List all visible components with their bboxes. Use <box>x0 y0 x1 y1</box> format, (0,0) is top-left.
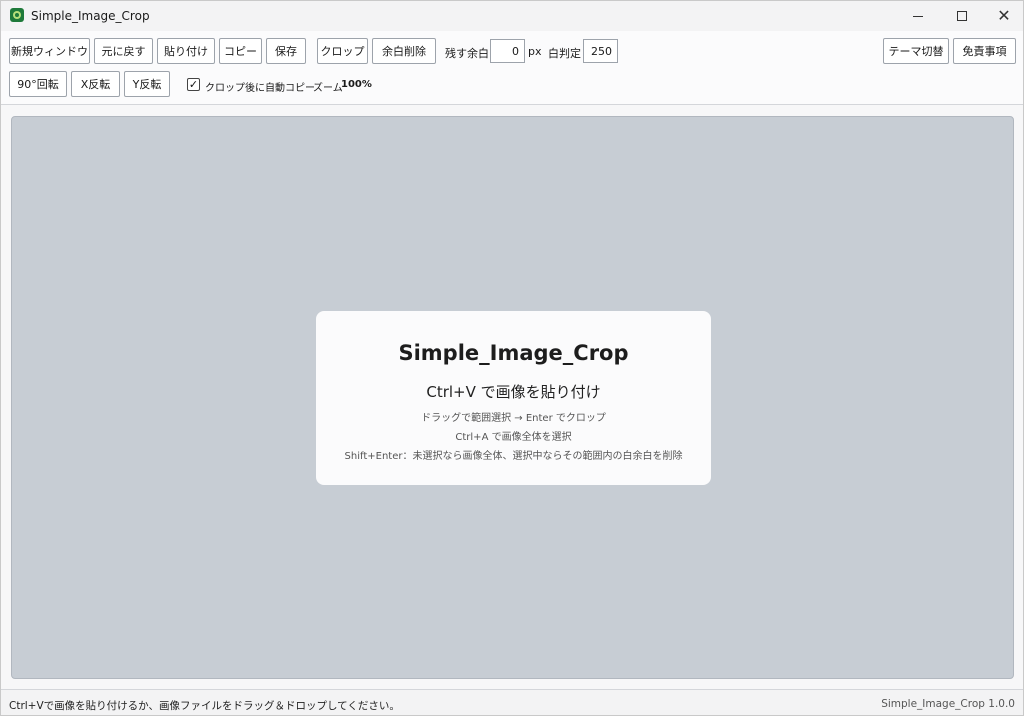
window-title: Simple_Image_Crop <box>31 9 150 23</box>
hint-drag-select: ドラッグで範囲選択 → Enter でクロップ <box>421 413 606 424</box>
status-message: Ctrl+Vで画像を貼り付けるか、画像ファイルをドラッグ＆ドロップしてください。 <box>9 700 400 712</box>
flip-x-button[interactable]: X反転 <box>71 71 120 97</box>
theme-toggle-button[interactable]: テーマ切替 <box>883 38 949 64</box>
app-window: Simple_Image_Crop ✕ 新規ウィンドウ 元に戻す 貼り付け コピ… <box>0 0 1024 716</box>
hint-shift-enter: Shift+Enter：未選択なら画像全体、選択中ならその範囲内の白余白を削除 <box>344 451 683 462</box>
minimize-icon <box>913 15 923 17</box>
auto-copy-checkbox[interactable]: ✓ <box>187 78 200 91</box>
auto-copy-label[interactable]: クロップ後に自動コピー <box>205 79 315 94</box>
trim-margin-button[interactable]: 余白削除 <box>372 38 436 64</box>
save-button[interactable]: 保存 <box>266 38 306 64</box>
px-unit-label: px <box>528 45 542 58</box>
new-window-button[interactable]: 新規ウィンドウ <box>9 38 90 64</box>
toolbar: 新規ウィンドウ 元に戻す 貼り付け コピー 保存 クロップ 余白削除 残す余白 … <box>1 31 1023 105</box>
version-label: Simple_Image_Crop 1.0.0 <box>881 698 1015 710</box>
crop-button[interactable]: クロップ <box>317 38 368 64</box>
status-bar: Ctrl+Vで画像を貼り付けるか、画像ファイルをドラッグ＆ドロップしてください。… <box>1 689 1023 715</box>
keep-margin-input[interactable]: 0 <box>490 39 525 63</box>
copy-button[interactable]: コピー <box>219 38 262 64</box>
close-icon: ✕ <box>997 6 1011 25</box>
maximize-icon <box>957 11 967 21</box>
maximize-button[interactable] <box>939 1 985 31</box>
welcome-title: Simple_Image_Crop <box>398 341 629 365</box>
zoom-label: ズーム <box>313 83 343 94</box>
welcome-card: Simple_Image_Crop Ctrl+V で画像を貼り付け ドラッグで範… <box>316 311 711 485</box>
disclaimer-button[interactable]: 免責事項 <box>953 38 1016 64</box>
undo-button[interactable]: 元に戻す <box>94 38 153 64</box>
close-button[interactable]: ✕ <box>981 1 1024 31</box>
flip-y-button[interactable]: Y反転 <box>124 71 170 97</box>
keep-margin-label: 残す余白 <box>445 47 489 60</box>
checkmark-icon: ✓ <box>188 78 199 91</box>
zoom-value: 100% <box>341 79 372 90</box>
welcome-subtitle: Ctrl+V で画像を貼り付け <box>426 383 601 401</box>
paste-button[interactable]: 貼り付け <box>157 38 215 64</box>
minimize-button[interactable] <box>895 1 941 31</box>
rotate-90-button[interactable]: 90°回転 <box>9 71 67 97</box>
hint-select-all: Ctrl+A で画像全体を選択 <box>455 432 572 443</box>
image-canvas[interactable]: Simple_Image_Crop Ctrl+V で画像を貼り付け ドラッグで範… <box>11 116 1014 679</box>
app-icon <box>10 8 24 22</box>
white-threshold-label: 白判定 <box>548 47 581 60</box>
title-bar[interactable]: Simple_Image_Crop ✕ <box>1 1 1023 31</box>
white-threshold-input[interactable]: 250 <box>583 39 618 63</box>
